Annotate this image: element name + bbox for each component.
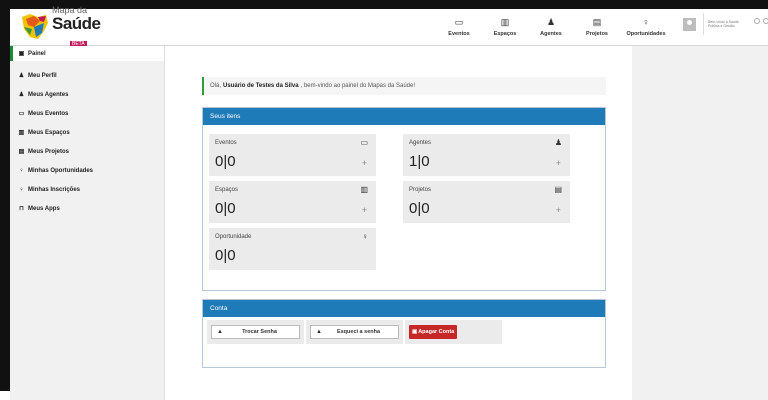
add-evento-button[interactable]: + bbox=[362, 158, 367, 168]
nav-label: Agentes bbox=[540, 31, 562, 37]
card-label: Espaços bbox=[215, 187, 239, 193]
calendar-icon: ▭ bbox=[454, 17, 464, 27]
right-rail bbox=[632, 46, 768, 400]
document-icon: ▤ bbox=[554, 185, 562, 194]
sidebar-item-label: Meus Eventos bbox=[28, 110, 69, 117]
partner-line2: Pública e Gestão bbox=[708, 24, 735, 28]
card-espacos[interactable]: Espaços 0|0 ▥ + bbox=[209, 181, 376, 223]
sidebar-item-agentes[interactable]: ♟ Meus Agentes bbox=[10, 85, 164, 104]
card-value: 0|0 bbox=[215, 247, 236, 264]
card-value: 1|0 bbox=[409, 153, 430, 170]
nav-oportunidades[interactable]: ♀ Oportunidades bbox=[620, 9, 672, 45]
calendar-icon: ▭ bbox=[360, 138, 368, 147]
add-projeto-button[interactable]: + bbox=[556, 205, 561, 215]
button-label: Apagar Conta bbox=[418, 329, 455, 335]
add-espaco-button[interactable]: + bbox=[362, 205, 367, 215]
calendar-icon: ▭ bbox=[18, 111, 25, 117]
settings-icon[interactable] bbox=[763, 18, 768, 24]
sidebar-item-label: Meu Perfil bbox=[28, 72, 57, 79]
account-panel-title: Conta bbox=[203, 300, 605, 317]
card-label: Projetos bbox=[409, 187, 432, 193]
document-icon: ▤ bbox=[18, 149, 25, 155]
nav-label: Oportunidades bbox=[626, 31, 666, 37]
main-content: Olá, Usuário de Testes da Silva , bem-vi… bbox=[165, 46, 632, 400]
sidebar-item-label: Minhas Oportunidades bbox=[28, 167, 94, 174]
trash-icon: ▣ bbox=[412, 329, 418, 335]
sidebar-item-eventos[interactable]: ▭ Meus Eventos bbox=[10, 104, 164, 123]
lightbulb-icon: ♀ bbox=[19, 186, 24, 193]
sidebar-item-label: Meus Apps bbox=[28, 205, 60, 212]
lightbulb-icon: ♀ bbox=[362, 232, 368, 241]
sidebar-item-perfil[interactable]: ♟ Meu Perfil bbox=[10, 66, 164, 85]
sidebar-item-painel[interactable]: ▣ Painel bbox=[10, 46, 164, 61]
users-icon: ♟ bbox=[18, 92, 25, 98]
sidebar-item-label: Meus Agentes bbox=[28, 91, 69, 98]
nav-label: Eventos bbox=[448, 31, 470, 37]
welcome-message: Olá, Usuário de Testes da Silva , bem-vi… bbox=[202, 77, 606, 95]
sidebar: ▣ Painel ♟ Meu Perfil ♟ Meus Agentes ▭ M… bbox=[10, 46, 165, 400]
card-oportunidade[interactable]: Oportunidade 0|0 ♀ bbox=[209, 228, 376, 270]
building-icon: ▥ bbox=[18, 130, 25, 136]
button-label: Esqueci a senha bbox=[336, 329, 381, 335]
user-icon: ♟ bbox=[546, 17, 556, 27]
logo-line2: Saúde bbox=[52, 14, 101, 33]
welcome-suffix: , bem-vindo ao painel do Mapas da Saúde! bbox=[300, 83, 416, 89]
dashboard-icon: ▣ bbox=[18, 51, 25, 57]
sidebar-item-label: Meus Projetos bbox=[28, 148, 70, 155]
user-icon: ♟ bbox=[18, 73, 25, 79]
partner-logo[interactable]: Bem-vindo à Saúde Pública e Gestão bbox=[703, 13, 751, 35]
sidebar-item-apps[interactable]: ⊓ Meus Apps bbox=[10, 199, 164, 218]
site-logo[interactable]: Mapa da Saúde BETA bbox=[20, 6, 101, 48]
header-icons bbox=[754, 18, 768, 24]
card-value: 0|0 bbox=[215, 200, 236, 217]
card-label: Eventos bbox=[215, 140, 237, 146]
card-eventos[interactable]: Eventos 0|0 ▭ + bbox=[209, 134, 376, 176]
building-icon: ▥ bbox=[360, 185, 368, 194]
account-panel: Conta ▲ Trocar Senha ▲ Esqueci a senha ▣… bbox=[202, 299, 606, 368]
sidebar-item-label: Painel bbox=[28, 50, 46, 57]
lightbulb-icon: ♀ bbox=[642, 17, 650, 27]
document-icon: ▤ bbox=[592, 17, 602, 27]
nav-espacos[interactable]: ▥ Espaços bbox=[482, 9, 528, 45]
nav-label: Projetos bbox=[585, 31, 608, 37]
card-label: Agentes bbox=[409, 140, 432, 146]
button-label: Trocar Senha bbox=[242, 329, 277, 335]
top-header: Mapa da Saúde BETA ▭ Eventos ▥ Espaços ♟… bbox=[10, 6, 768, 48]
add-agente-button[interactable]: + bbox=[556, 158, 561, 168]
help-icon[interactable] bbox=[754, 18, 760, 24]
user-avatar[interactable] bbox=[683, 18, 696, 31]
box-icon: ⊓ bbox=[19, 206, 24, 212]
lock-icon: ▲ bbox=[217, 329, 223, 335]
sidebar-item-inscricoes[interactable]: ♀ Minhas Inscrições bbox=[10, 180, 164, 199]
items-panel-title: Seus itens bbox=[203, 108, 605, 125]
user-icon: ♟ bbox=[554, 138, 562, 147]
delete-account-button[interactable]: ▣ Apagar Conta bbox=[409, 325, 458, 339]
change-password-button[interactable]: ▲ Trocar Senha bbox=[211, 325, 300, 339]
main-nav: ▭ Eventos ▥ Espaços ♟ Agentes ▤ Projetos… bbox=[436, 9, 672, 45]
logo-map-icon bbox=[22, 14, 48, 39]
sidebar-item-projetos[interactable]: ▤ Meus Projetos bbox=[10, 142, 164, 161]
card-label: Oportunidade bbox=[215, 234, 252, 240]
building-icon: ▥ bbox=[500, 17, 510, 27]
sidebar-item-oportunidades[interactable]: ♀ Minhas Oportunidades bbox=[10, 161, 164, 180]
nav-projetos[interactable]: ▤ Projetos bbox=[574, 9, 620, 45]
welcome-prefix: Olá, bbox=[210, 83, 222, 89]
sidebar-item-espacos[interactable]: ▥ Meus Espaços bbox=[10, 123, 164, 142]
lock-icon: ▲ bbox=[316, 329, 322, 335]
nav-eventos[interactable]: ▭ Eventos bbox=[436, 9, 482, 45]
delete-account-wrap: ▣ Apagar Conta bbox=[405, 320, 502, 344]
card-value: 0|0 bbox=[215, 153, 236, 170]
welcome-user: Usuário de Testes da Silva bbox=[223, 83, 299, 89]
forgot-password-button[interactable]: ▲ Esqueci a senha bbox=[310, 325, 399, 339]
lightbulb-icon: ♀ bbox=[19, 167, 24, 174]
sidebar-item-label: Meus Espaços bbox=[28, 129, 70, 136]
card-projetos[interactable]: Projetos 0|0 ▤ + bbox=[403, 181, 570, 223]
nav-agentes[interactable]: ♟ Agentes bbox=[528, 9, 574, 45]
nav-label: Espaços bbox=[493, 31, 517, 37]
sidebar-item-label: Minhas Inscrições bbox=[28, 186, 81, 193]
card-agentes[interactable]: Agentes 1|0 ♟ + bbox=[403, 134, 570, 176]
card-value: 0|0 bbox=[409, 200, 430, 217]
items-panel: Seus itens Eventos 0|0 ▭ + Agentes 1|0 ♟… bbox=[202, 107, 606, 291]
